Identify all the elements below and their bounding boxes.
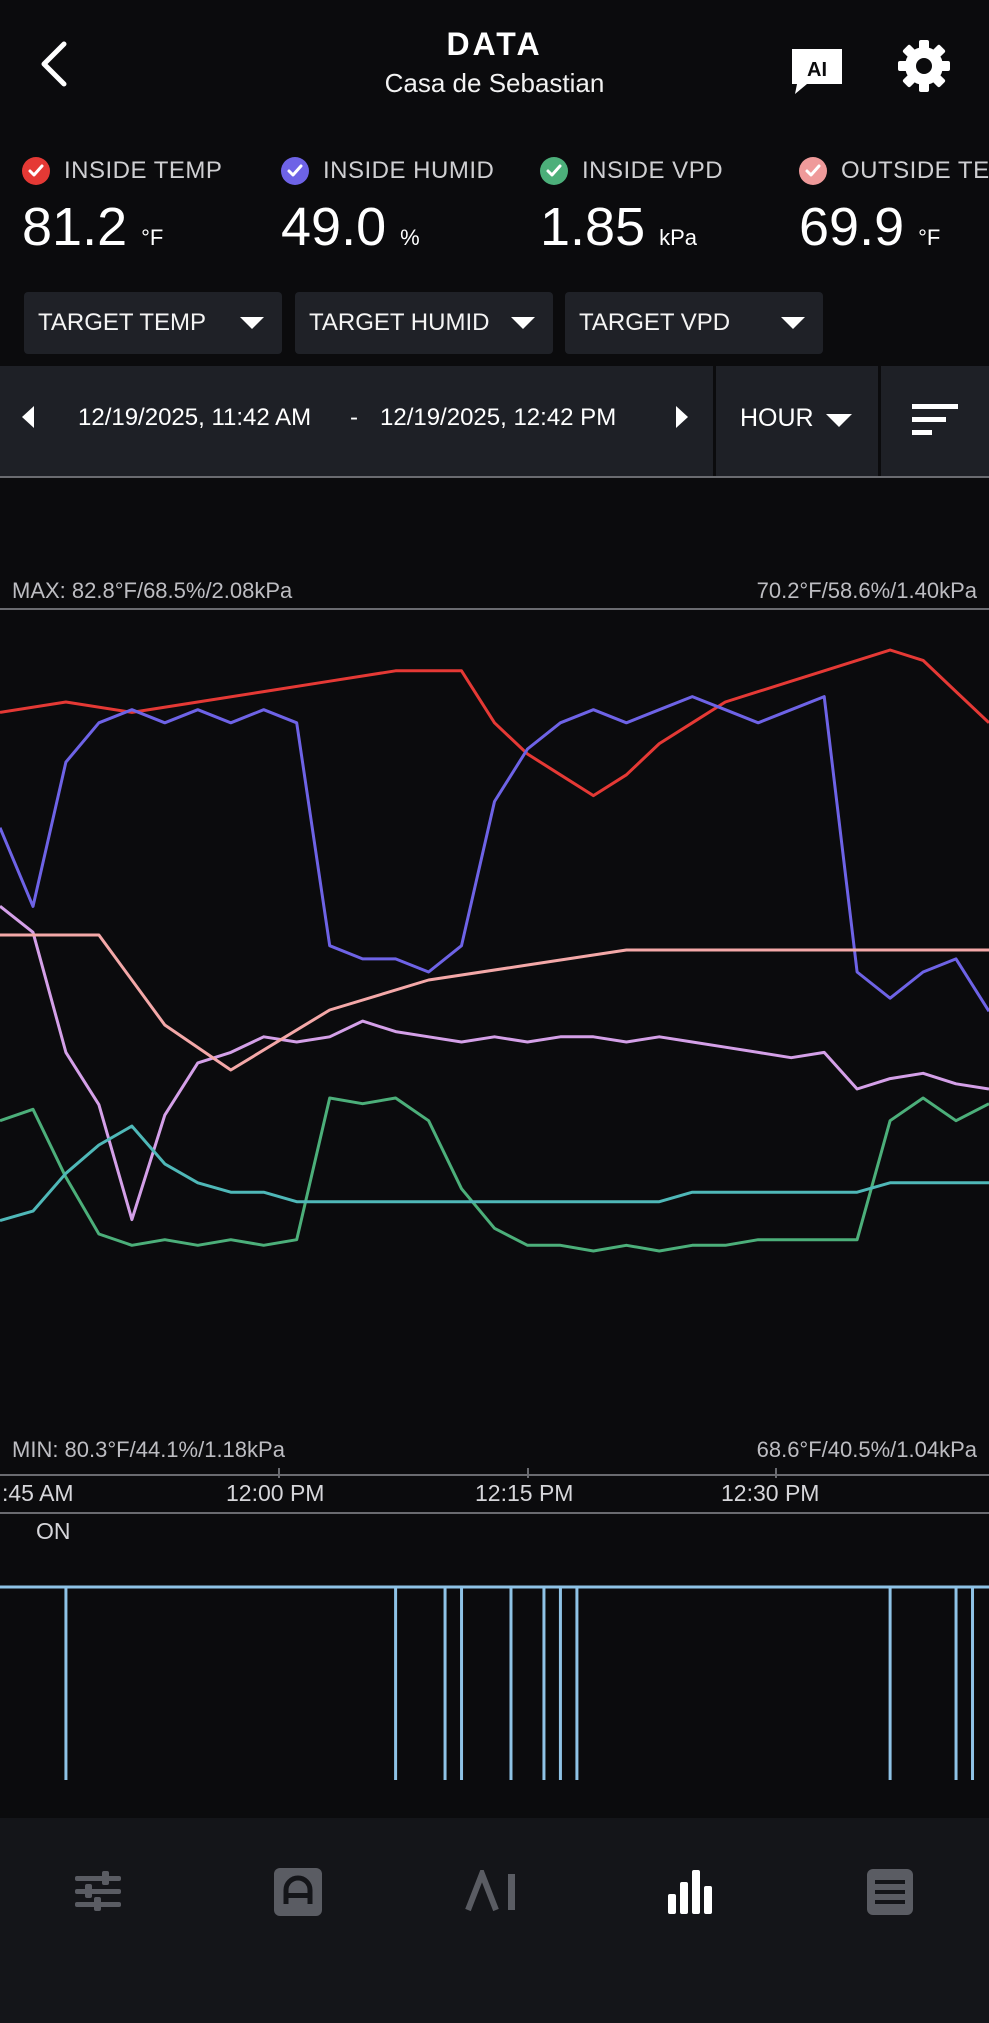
target-temp-dropdown[interactable]: TARGET TEMP — [24, 292, 282, 354]
max-outside-label: 70.2°F/58.6%/1.40kPa — [756, 578, 977, 603]
dropdown-caret-icon — [781, 317, 805, 329]
range-start[interactable]: 12/19/2025, 11:42 AM — [78, 404, 311, 432]
dropdown-label: TARGET TEMP — [38, 309, 207, 336]
sensor-readings: INSIDE TEMP 81.2 °F INSIDE HUMID 49.0% IN… — [0, 148, 989, 258]
reading-outside-temp[interactable]: OUTSIDE TE 69.9 °F — [799, 148, 989, 258]
checkmark-icon[interactable] — [281, 157, 309, 185]
ai-chat-icon[interactable]: AI — [789, 46, 845, 96]
date-range-bar: 12/19/2025, 11:42 AM - 12/19/2025, 12:42… — [0, 366, 989, 476]
min-inside-label: MIN: 80.3°F/44.1%/1.18kPa — [12, 1437, 285, 1462]
series-line-5 — [0, 1124, 989, 1223]
reading-inside-humid[interactable]: INSIDE HUMID 49.0% — [281, 148, 541, 258]
time-tick-label: 12:15 PM — [475, 1480, 574, 1506]
bar-chart-icon — [668, 1870, 712, 1914]
time-tick-label: :45 AM — [2, 1480, 74, 1506]
reading-label: INSIDE TEMP — [64, 157, 223, 184]
checkmark-icon[interactable] — [540, 157, 568, 185]
sliders-icon — [75, 1871, 121, 1911]
reading-unit: % — [400, 225, 420, 250]
series-line-3 — [0, 933, 989, 1072]
settings-gear-icon[interactable] — [896, 38, 952, 94]
tick-mark — [527, 1468, 529, 1478]
top-bar: DATA Casa de Sebastian AI — [0, 0, 989, 122]
reading-value: 49.0 — [281, 197, 387, 257]
range-end[interactable]: 12/19/2025, 12:42 PM — [380, 404, 616, 432]
divider — [0, 1512, 989, 1514]
interval-caret-icon[interactable] — [826, 414, 852, 427]
previous-range-icon[interactable] — [22, 406, 34, 428]
max-inside-label: MAX: 82.8°F/68.5%/2.08kPa — [12, 578, 293, 603]
automation-tab[interactable] — [258, 1852, 338, 1932]
checkmark-icon[interactable] — [22, 157, 50, 185]
list-icon — [867, 1869, 913, 1915]
dropdown-caret-icon — [511, 317, 535, 329]
svg-text:AI: AI — [807, 59, 827, 81]
reading-unit: °F — [918, 225, 941, 250]
event-state-label: ON — [36, 1518, 71, 1544]
time-axis: :45 AM 12:00 PM 12:15 PM 12:30 PM — [0, 1468, 989, 1512]
data-tab[interactable] — [652, 1852, 732, 1932]
dropdown-label: TARGET VPD — [579, 309, 731, 336]
automation-icon — [274, 1868, 322, 1916]
reading-inside-temp[interactable]: INSIDE TEMP 81.2 °F — [22, 148, 282, 258]
reading-unit: kPa — [659, 225, 698, 250]
reading-inside-vpd[interactable]: INSIDE VPD 1.85 kPa — [540, 148, 800, 258]
ai-tab[interactable] — [454, 1852, 534, 1932]
dropdown-label: TARGET HUMID — [309, 309, 490, 336]
range-separator: - — [350, 404, 358, 431]
sensor-line-chart[interactable] — [0, 610, 989, 1470]
dropdown-caret-icon — [240, 317, 264, 329]
ai-icon — [465, 1870, 515, 1912]
reading-unit: °F — [141, 225, 164, 250]
divider — [878, 366, 881, 476]
controls-tab[interactable] — [58, 1852, 138, 1932]
bottom-nav — [0, 1818, 989, 2023]
reading-value: 81.2 — [22, 197, 128, 257]
series-line-2 — [0, 905, 989, 1222]
min-outside-label: 68.6°F/40.5%/1.04kPa — [756, 1437, 977, 1462]
log-tab[interactable] — [850, 1852, 930, 1932]
reading-value: 69.9 — [799, 197, 905, 257]
tick-mark — [278, 1468, 280, 1478]
time-tick-label: 12:30 PM — [721, 1480, 820, 1506]
interval-dropdown[interactable]: HOUR — [740, 404, 814, 433]
time-tick-label: 12:00 PM — [226, 1480, 325, 1506]
reading-label: INSIDE HUMID — [323, 157, 495, 184]
series-line-0 — [0, 648, 989, 798]
divider — [0, 476, 989, 478]
series-line-4 — [0, 1096, 989, 1253]
next-range-icon[interactable] — [676, 406, 688, 428]
reading-label: INSIDE VPD — [582, 157, 724, 184]
checkmark-icon[interactable] — [799, 157, 827, 185]
reading-label: OUTSIDE TE — [841, 157, 989, 184]
sort-filter-icon[interactable] — [910, 402, 960, 438]
reading-value: 1.85 — [540, 197, 646, 257]
tick-mark — [775, 1468, 777, 1478]
divider — [713, 366, 716, 476]
target-vpd-dropdown[interactable]: TARGET VPD — [565, 292, 823, 354]
event-timeline[interactable] — [0, 1585, 989, 1780]
series-line-1 — [0, 695, 989, 1013]
target-humid-dropdown[interactable]: TARGET HUMID — [295, 292, 553, 354]
